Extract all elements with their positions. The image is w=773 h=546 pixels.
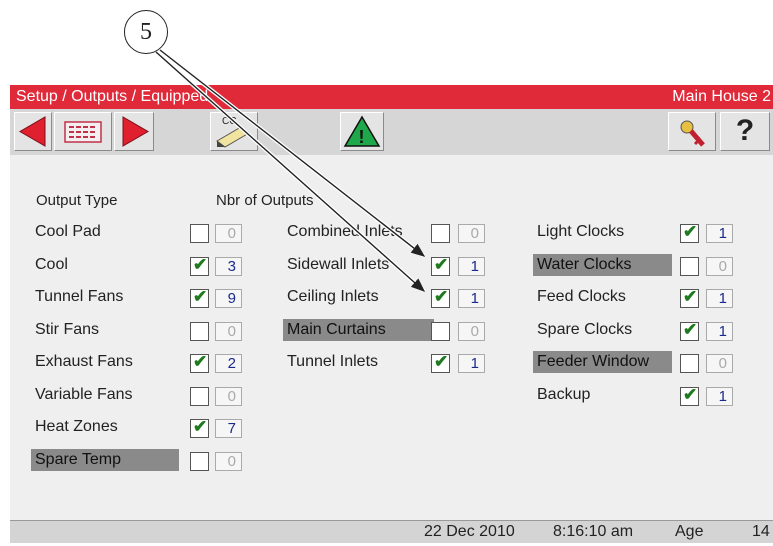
callout-number: 5 bbox=[124, 10, 168, 54]
callout-arrows bbox=[154, 48, 426, 293]
